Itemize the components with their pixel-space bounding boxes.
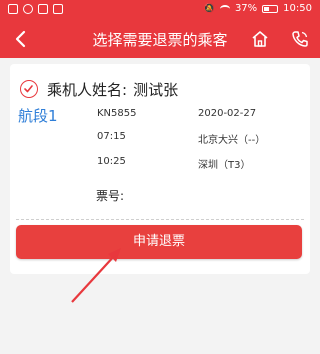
message-icon xyxy=(23,4,33,14)
page-title: 选择需要退票的乘客 xyxy=(92,31,228,49)
arrive-time: 10:25 xyxy=(97,156,126,167)
ticket-number-label: 票号: xyxy=(96,189,125,203)
depart-airport: 北京大兴（--） xyxy=(198,135,266,146)
depart-time: 07:15 xyxy=(97,131,126,142)
flight-date: 2020-02-27 xyxy=(198,108,257,119)
battery-fill xyxy=(264,6,270,11)
wifi-icon xyxy=(219,4,230,13)
divider xyxy=(16,219,304,220)
home-icon[interactable] xyxy=(250,29,270,49)
phone-icon[interactable] xyxy=(290,29,310,49)
clock: 10:50 xyxy=(283,3,312,14)
notification-icons xyxy=(8,4,63,14)
status-bar: 🔕 37% 10:50 xyxy=(0,0,320,20)
passenger-name: 测试张 xyxy=(133,81,179,99)
apply-refund-button[interactable]: 申请退票 xyxy=(16,225,302,259)
image-icon xyxy=(38,4,48,14)
flight-number: KN5855 xyxy=(97,108,137,119)
passenger-name-row: 乘机人姓名: 测试张 xyxy=(47,79,178,100)
top-nav-bar: 选择需要退票的乘客 xyxy=(0,20,320,58)
segment-label: 航段1 xyxy=(18,107,58,125)
battery-percent: 37% xyxy=(234,3,258,14)
passenger-name-label: 乘机人姓名: xyxy=(47,81,128,99)
check-icon xyxy=(24,85,33,93)
passenger-select-checkbox[interactable] xyxy=(20,80,38,98)
app-notification-icon xyxy=(8,4,18,14)
battery-icon xyxy=(262,4,279,13)
mute-icon: 🔕 xyxy=(203,3,215,14)
mail-icon xyxy=(53,4,63,14)
arrive-airport: 深圳（T3） xyxy=(198,160,251,171)
